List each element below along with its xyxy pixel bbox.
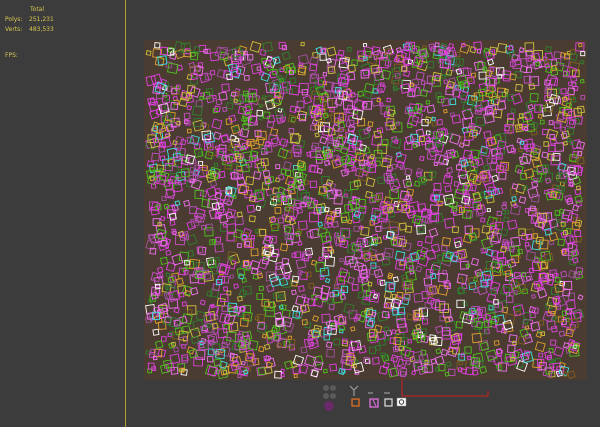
transform-gizmo-icon[interactable]	[396, 378, 489, 407]
emitter-icon[interactable]	[368, 392, 379, 408]
gizmo-overlay	[323, 378, 489, 411]
particle-box-icon[interactable]	[349, 385, 360, 407]
3d-viewport[interactable]: Total Polys: 251,231 Verts: 483,533 FPS:	[0, 0, 600, 427]
camera-helper-icon[interactable]	[384, 392, 393, 407]
grid-plane-icon[interactable]	[323, 385, 336, 411]
